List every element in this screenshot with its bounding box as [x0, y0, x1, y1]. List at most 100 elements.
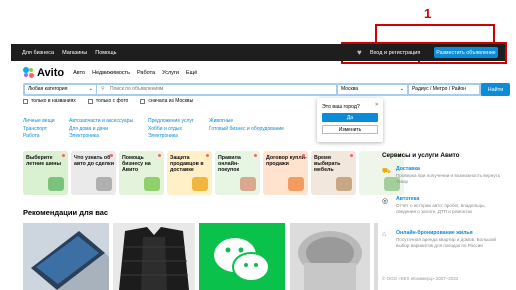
services-heading: Сервисы и услуги Авито [382, 152, 460, 159]
login-area[interactable]: ♥ Вход и регистрация [357, 44, 420, 61]
promo-tile[interactable]: Защита продавцов в доставке [167, 151, 212, 195]
promo-tile[interactable]: Помощь бизнесу на Авито [119, 151, 164, 195]
annotation-marker-number: 1 [424, 6, 432, 21]
quick-link[interactable]: Готовый бизнес и оборудование [209, 126, 284, 134]
category-select-value: Любая категория [28, 86, 68, 92]
reco-card-edge [374, 223, 378, 290]
top-bar: Для бизнеса Магазины Помощь ♥ Вход и рег… [11, 44, 505, 61]
nav-item-more[interactable]: Ещё [186, 70, 197, 76]
service-delivery[interactable]: ⛟ Доставка Проверка при получении и возм… [379, 166, 506, 194]
quick-link[interactable]: Хобби и отдых [148, 126, 194, 134]
reco-card-laptop[interactable] [23, 223, 109, 290]
service-title[interactable]: Автотека [396, 196, 419, 202]
recommendations-title: Рекомендации для вас [23, 208, 109, 217]
nav-item-auto[interactable]: Авто [73, 70, 85, 76]
close-icon[interactable]: ✕ [375, 102, 379, 108]
quick-link[interactable]: Электроника [69, 133, 133, 141]
new-badge-dot [302, 154, 305, 157]
new-badge-dot [350, 154, 353, 157]
city-select-value: Москва [341, 86, 359, 92]
radius-select[interactable]: Радиус / Метро / Район [409, 85, 479, 94]
promo-tile[interactable]: Что узнать об авто до сделки [71, 151, 116, 195]
promo-tile-title: Договор купли-продажи [266, 155, 307, 168]
reco-card-bag[interactable] [290, 223, 370, 290]
reco-card-jacket[interactable] [113, 223, 195, 290]
checkbox[interactable] [23, 98, 28, 104]
post-ad-button[interactable]: Разместить объявление [434, 47, 498, 58]
category-nav: Авто Недвижимость Работа Услуги Ещё [73, 70, 197, 76]
truck-icon: ⛟ [382, 168, 391, 175]
filter-label: только с фото [95, 98, 129, 104]
service-title[interactable]: Доставка [396, 166, 420, 172]
checkbox[interactable] [87, 98, 93, 104]
filter-label: сначала из Москвы [148, 98, 194, 104]
checkbox[interactable] [140, 98, 146, 104]
promo-tile[interactable]: Выберите летние шины [23, 151, 68, 195]
avito-logo-icon[interactable] [23, 67, 35, 79]
service-title[interactable]: Онлайн-бронирование жилья [396, 230, 473, 236]
filter-moscow-first[interactable]: сначала из Москвы [140, 98, 193, 104]
heart-icon[interactable]: ♥ [357, 48, 365, 57]
house-icon: ⌂ [382, 231, 387, 238]
filter-titles-only[interactable]: только в названиях [23, 98, 76, 104]
services-sidebar: Сервисы и услуги Авито ⛟ Доставка Провер… [379, 152, 506, 248]
bag-image [290, 223, 370, 290]
top-link-help[interactable]: Помощь [95, 50, 116, 56]
login-link[interactable]: Вход и регистрация [370, 50, 420, 56]
service-booking[interactable]: ⌂ Онлайн-бронирование жилья Посуточная а… [379, 230, 506, 266]
chevron-down-icon: ⌄ [399, 86, 404, 92]
change-city-button[interactable]: Изменить [322, 125, 378, 134]
promo-tile-title: Время выбирать мебель [314, 155, 341, 174]
service-desc: Посуточная аренда квартир и домов. Больш… [396, 237, 496, 248]
new-badge-dot [110, 154, 113, 157]
tire-icon [48, 177, 64, 191]
quick-link[interactable]: Транспорт [23, 126, 55, 134]
jacket-image [113, 223, 195, 290]
quick-links-col-4: Животные Готовый бизнес и оборудование [209, 118, 284, 133]
quick-link[interactable]: Автозапчасти и аксессуары [69, 118, 133, 126]
search-bar: Любая категория ⌄ ⚲ Москва ⌄ Радиус / Ме… [23, 83, 510, 96]
nav-item-jobs[interactable]: Работа [137, 70, 155, 76]
search-input[interactable] [97, 85, 336, 94]
city-question: Это ваш город? [322, 104, 360, 110]
quick-link[interactable]: Личные вещи [23, 118, 55, 126]
find-button[interactable]: Найти [481, 83, 510, 96]
quick-link[interactable]: Для дома и дачи [69, 126, 133, 134]
nav-item-services[interactable]: Услуги [162, 70, 179, 76]
laptop-image [23, 223, 109, 290]
quick-link[interactable]: Животные [209, 118, 284, 126]
city-confirm-popup: Это ваш город? ✕ Да Изменить [317, 98, 383, 142]
category-select[interactable]: Любая категория ⌄ [25, 85, 96, 94]
reco-card-wechat[interactable] [199, 223, 285, 290]
box-icon [192, 177, 208, 191]
city-select[interactable]: Москва ⌄ [338, 85, 407, 94]
filter-photo-only[interactable]: только с фото [87, 98, 129, 104]
filter-label: только в названиях [31, 98, 76, 104]
chat-logo-icon [199, 223, 285, 290]
quick-link[interactable]: Электроника [148, 133, 194, 141]
quick-link[interactable]: Работа [23, 133, 55, 141]
promo-tile[interactable]: Договор купли-продажи [263, 151, 308, 195]
logo-text[interactable]: Avito [37, 67, 64, 79]
promo-tile-title: Выберите летние шины [26, 155, 62, 168]
promo-tiles: Выберите летние шины Что узнать об авто … [23, 151, 404, 195]
top-link-shops[interactable]: Магазины [62, 50, 87, 56]
chevron-down-icon: ⌄ [88, 86, 93, 92]
person-icon [240, 177, 256, 191]
top-link-business[interactable]: Для бизнеса [22, 50, 54, 56]
promo-tile[interactable]: Время выбирать мебель [311, 151, 356, 195]
annotation-top-box [375, 24, 495, 44]
promo-tile[interactable]: Правила онлайн-покупок [215, 151, 260, 195]
confirm-city-button[interactable]: Да [322, 113, 378, 122]
top-links: Для бизнеса Магазины Помощь [22, 44, 117, 61]
promo-tile-title: Защита продавцов в доставке [170, 155, 204, 174]
quick-link[interactable]: Предложение услуг [148, 118, 194, 126]
new-badge-dot [158, 154, 161, 157]
sofa-icon [336, 177, 352, 191]
nav-item-realty[interactable]: Недвижимость [92, 70, 130, 76]
new-badge-dot [254, 154, 257, 157]
business-icon [144, 177, 160, 191]
search-filters: только в названиях только с фото сначала… [23, 98, 193, 104]
service-autoteka[interactable]: ◎ Автотека Отчёт о истории авто: пробег,… [379, 196, 506, 224]
new-badge-dot [206, 154, 209, 157]
